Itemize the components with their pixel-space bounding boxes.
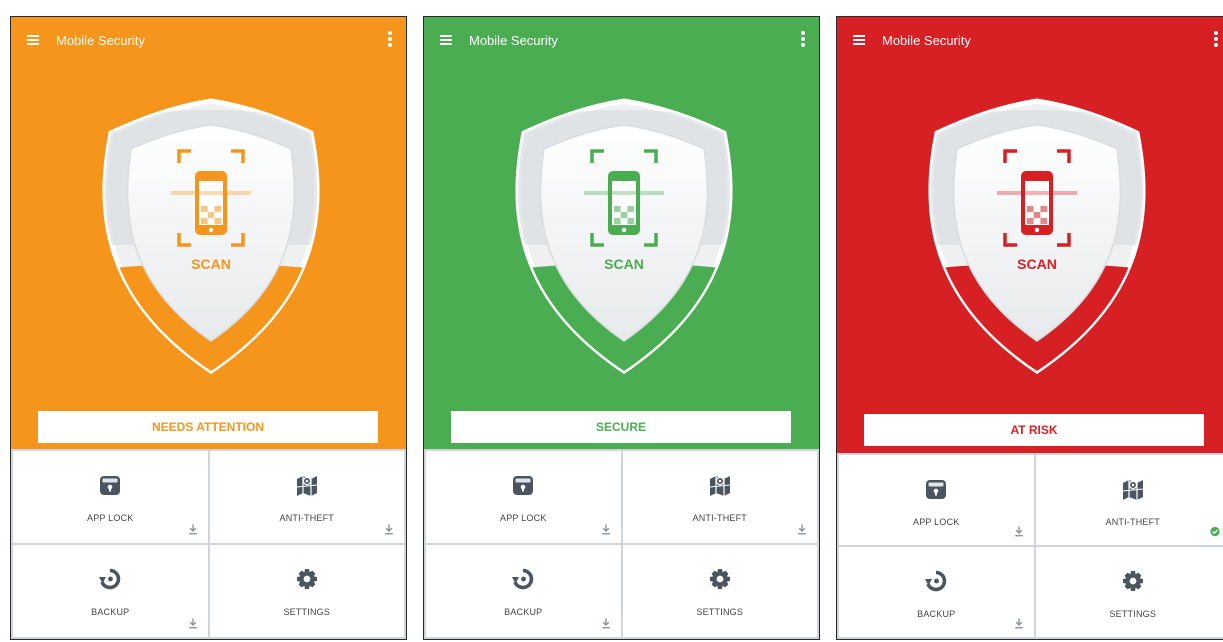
scan-shield-button[interactable]: SCAN [502,95,746,377]
tile-backup[interactable]: BACKUP [13,545,208,637]
backup-icon [98,567,122,591]
status-at-risk-button[interactable]: AT RISK [864,414,1204,446]
hamburger-menu-icon[interactable] [27,35,39,45]
tile-app-lock[interactable]: APP LOCK [13,451,208,543]
tile-label: APP LOCK [87,513,134,523]
app-lock-icon [924,477,948,501]
app-bar: Mobile Security [424,17,819,65]
download-icon [797,524,807,535]
hamburger-menu-icon[interactable] [440,35,452,45]
download-icon [384,524,394,535]
tile-label: BACKUP [917,609,956,619]
app-title: Mobile Security [56,33,145,48]
app-lock-icon [511,473,535,497]
tile-settings[interactable]: SETTINGS [1035,547,1223,637]
shield-icon [515,98,733,375]
scan-label: SCAN [191,256,231,272]
tile-label: ANTI-THEFT [1105,517,1160,527]
status-needs-attention-button[interactable]: NEEDS ATTENTION [38,411,378,443]
scan-label: SCAN [1017,256,1057,272]
status-secure-button[interactable]: SECURE [451,411,791,443]
tile-label: SETTINGS [1109,609,1157,619]
scan-label: SCAN [604,256,644,272]
app-bar: Mobile Security [11,17,406,65]
tile-backup[interactable]: BACKUP [839,547,1034,637]
app-title: Mobile Security [882,33,971,48]
tile-anti-theft[interactable]: ANTI-THEFT [622,451,817,543]
download-icon [188,524,198,535]
tile-app-lock[interactable]: APP LOCK [839,455,1034,545]
tile-label: APP LOCK [913,517,960,527]
phone-screen-at-risk: Mobile Security SCAN AT RISK APP LOCK AN… [836,16,1223,640]
tile-anti-theft[interactable]: ANTI-THEFT [209,451,404,543]
tile-label: BACKUP [91,607,130,617]
anti-theft-map-icon [295,473,319,497]
hero-panel: Mobile Security SCAN NEEDS ATTENTION [11,17,406,451]
download-icon [1014,618,1024,629]
tile-label: BACKUP [504,607,543,617]
scan-shield-button[interactable]: SCAN [915,95,1159,377]
tile-label: ANTI-THEFT [279,513,334,523]
settings-gear-icon [1121,569,1145,593]
backup-icon [924,569,948,593]
hamburger-menu-icon[interactable] [853,35,865,45]
app-title: Mobile Security [469,33,558,48]
app-lock-icon [98,473,122,497]
download-icon [601,524,611,535]
shield-icon [102,98,320,375]
overflow-menu-icon[interactable] [1214,31,1218,47]
download-icon [1014,526,1024,537]
tile-settings[interactable]: SETTINGS [209,545,404,637]
tile-settings[interactable]: SETTINGS [622,545,817,637]
backup-icon [511,567,535,591]
phone-screen-needs-attention: Mobile Security SCAN NEEDS ATTENTION APP… [10,16,407,640]
tile-label: ANTI-THEFT [692,513,747,523]
anti-theft-map-icon [708,473,732,497]
feature-grid: APP LOCK ANTI-THEFT BACKUP SETTINGS [11,449,406,639]
tile-label: SETTINGS [283,607,331,617]
settings-gear-icon [295,567,319,591]
anti-theft-map-icon [1121,477,1145,501]
settings-gear-icon [708,567,732,591]
overflow-menu-icon[interactable] [388,31,392,47]
shield-icon [928,98,1146,375]
tile-anti-theft[interactable]: ANTI-THEFT [1035,455,1223,545]
tile-backup[interactable]: BACKUP [426,545,621,637]
tile-app-lock[interactable]: APP LOCK [426,451,621,543]
tile-label: SETTINGS [696,607,744,617]
overflow-menu-icon[interactable] [801,31,805,47]
check-circle-icon [1210,526,1220,537]
app-bar: Mobile Security [837,17,1223,65]
phone-screen-secure: Mobile Security SCAN SECURE APP LOCK ANT… [423,16,820,640]
hero-panel: Mobile Security SCAN AT RISK [837,17,1223,453]
hero-panel: Mobile Security SCAN SECURE [424,17,819,451]
tile-label: APP LOCK [500,513,547,523]
download-icon [188,618,198,629]
scan-shield-button[interactable]: SCAN [89,95,333,377]
feature-grid: APP LOCK ANTI-THEFT BACKUP SETTINGS [424,449,819,639]
feature-grid: APP LOCK ANTI-THEFT BACKUP SETTINGS [837,453,1223,639]
download-icon [601,618,611,629]
